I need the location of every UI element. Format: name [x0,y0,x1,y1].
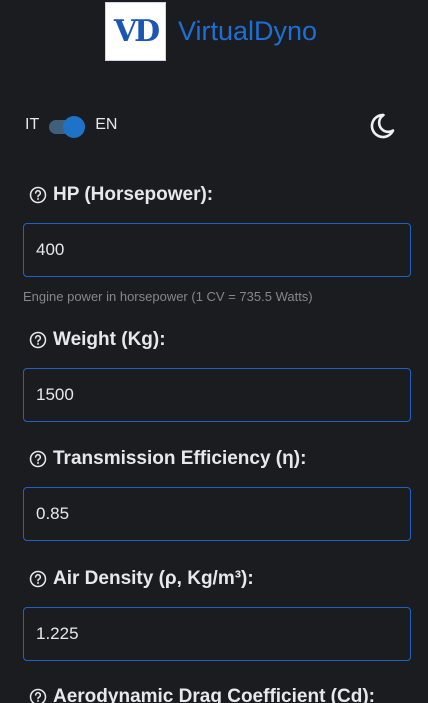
field-transmission-efficiency: Transmission Efficiency (η): 0.85 [23,448,411,541]
field-label: Air Density (ρ, Kg/m³): [23,568,411,590]
help-icon[interactable] [29,688,47,703]
moon-icon[interactable] [366,108,402,144]
field-label: Aerodynamic Drag Coefficient (Cd): [23,686,411,703]
virtualdyno-logo: VD [105,2,166,61]
field-label: Weight (Kg): [23,329,411,351]
field-label-text: Air Density (ρ, Kg/m³): [53,568,254,589]
help-icon[interactable] [29,570,47,588]
field-hint: Engine power in horsepower (1 CV = 735.5… [23,289,313,304]
field-label: Transmission Efficiency (η): [23,448,411,470]
field-weight: Weight (Kg): 1500 [23,329,411,422]
app-header: VD VirtualDyno [105,2,317,61]
transmission-efficiency-input[interactable]: 0.85 [23,487,411,541]
logo-text: VD [113,14,160,49]
field-label-text: HP (Horsepower): [53,184,214,205]
language-toggle[interactable] [47,114,87,138]
toggle-knob [63,116,86,138]
field-horsepower: HP (Horsepower): 400 Engine power in hor… [23,184,411,304]
language-en-label: EN [95,116,118,133]
language-it-label: IT [25,116,40,133]
field-label: HP (Horsepower): [23,184,411,206]
horsepower-input[interactable]: 400 [23,223,411,277]
field-label-text: Aerodynamic Drag Coefficient (Cd): [53,686,375,703]
help-icon[interactable] [29,331,47,349]
field-drag-coefficient: Aerodynamic Drag Coefficient (Cd): [23,686,411,703]
field-label-text: Transmission Efficiency (η): [53,448,307,469]
help-icon[interactable] [29,186,47,204]
brand-title: VirtualDyno [178,16,318,46]
app-screen: VD VirtualDyno IT EN HP (Horsepower): 40… [0,0,428,703]
field-air-density: Air Density (ρ, Kg/m³): 1.225 [23,568,411,661]
language-switch: IT EN [25,114,118,138]
field-label-text: Weight (Kg): [53,329,166,350]
help-icon[interactable] [29,450,47,468]
weight-input[interactable]: 1500 [23,368,411,422]
air-density-input[interactable]: 1.225 [23,607,411,661]
